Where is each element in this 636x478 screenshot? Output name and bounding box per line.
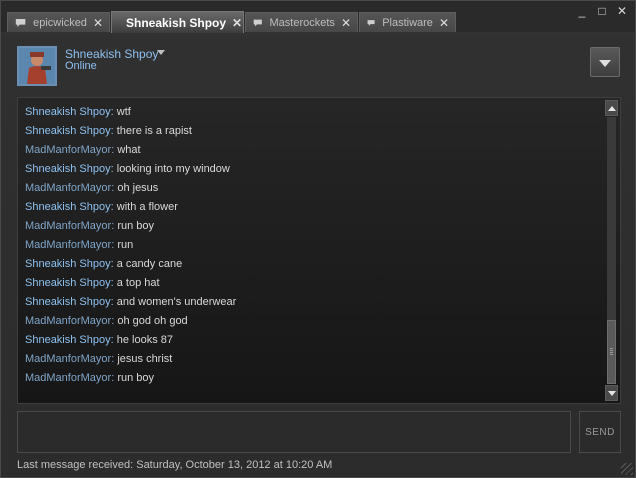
chat-window: epicwicked ✕ Shneakish Shpoy ✕ Masterock… xyxy=(0,0,636,478)
message-text: a candy cane xyxy=(116,258,183,270)
message-text: and women's underwear xyxy=(116,296,237,308)
message-sender[interactable]: Shneakish Shpoy xyxy=(25,201,111,213)
chat-message: MadManforMayor: what xyxy=(25,140,236,159)
tab-strip: epicwicked ✕ Shneakish Shpoy ✕ Masterock… xyxy=(1,1,635,33)
message-text: there is a rapist xyxy=(116,125,192,137)
message-sender[interactable]: Shneakish Shpoy xyxy=(25,277,111,289)
message-text: wtf xyxy=(116,106,131,118)
friend-status: Online xyxy=(65,60,97,72)
close-icon[interactable]: ✕ xyxy=(439,16,449,30)
chat-message: Shneakish Shpoy: wtf xyxy=(25,102,236,121)
tab-plastiware[interactable]: Plastiware ✕ xyxy=(359,12,456,32)
message-text: a top hat xyxy=(116,277,160,289)
grip-icon xyxy=(610,348,613,356)
chat-bubble-icon xyxy=(253,19,262,26)
close-window-icon[interactable]: ✕ xyxy=(615,5,629,19)
message-text: with a flower xyxy=(116,201,178,213)
chat-message: Shneakish Shpoy: he looks 87 xyxy=(25,330,236,349)
maximize-icon[interactable]: □ xyxy=(595,5,609,19)
chat-message: MadManforMayor: jesus christ xyxy=(25,349,236,368)
minimize-icon[interactable]: _ xyxy=(575,5,589,19)
close-icon[interactable]: ✕ xyxy=(341,16,351,30)
chat-message: MadManforMayor: run boy xyxy=(25,216,236,235)
message-sender[interactable]: MadManforMayor xyxy=(25,182,111,194)
dropdown-arrow-icon xyxy=(599,60,611,67)
message-text: what xyxy=(117,144,141,156)
message-text: run boy xyxy=(117,372,155,384)
message-sender[interactable]: MadManforMayor xyxy=(25,220,111,232)
scroll-down-button[interactable] xyxy=(605,385,618,401)
message-sender[interactable]: Shneakish Shpoy xyxy=(25,125,111,137)
scroll-track[interactable] xyxy=(607,117,616,384)
scroll-thumb[interactable] xyxy=(607,320,616,384)
message-text: run boy xyxy=(117,220,155,232)
tab-label: epicwicked xyxy=(33,16,87,29)
message-text: run xyxy=(117,239,134,251)
tab-label: Plastiware xyxy=(382,16,433,29)
chat-message: MadManforMayor: run boy xyxy=(25,368,236,387)
message-text: oh jesus xyxy=(117,182,159,194)
chat-message: Shneakish Shpoy: a candy cane xyxy=(25,254,236,273)
chat-message: MadManforMayor: run xyxy=(25,235,236,254)
avatar-image xyxy=(19,48,55,84)
chat-message: Shneakish Shpoy: a top hat xyxy=(25,273,236,292)
resize-grip-icon[interactable] xyxy=(621,463,633,475)
close-icon[interactable]: ✕ xyxy=(93,16,103,30)
avatar[interactable] xyxy=(17,46,57,86)
message-text: jesus christ xyxy=(117,353,173,365)
chat-message: MadManforMayor: oh god oh god xyxy=(25,311,236,330)
close-icon[interactable]: ✕ xyxy=(232,16,242,30)
message-sender[interactable]: MadManforMayor xyxy=(25,353,111,365)
message-text: oh god oh god xyxy=(117,315,188,327)
message-sender[interactable]: MadManforMayor xyxy=(25,144,111,156)
tab-masterockets[interactable]: Masterockets ✕ xyxy=(245,12,358,32)
last-message-received: Last message received: Saturday, October… xyxy=(17,459,333,471)
chat-message: MadManforMayor: oh jesus xyxy=(25,178,236,197)
chat-message: Shneakish Shpoy: and women's underwear xyxy=(25,292,236,311)
chat-log: Shneakish Shpoy: wtf Shneakish Shpoy: the… xyxy=(17,97,621,404)
tab-shneakish-shpoy[interactable]: Shneakish Shpoy ✕ xyxy=(111,11,244,33)
window-controls: _ □ ✕ xyxy=(575,5,629,19)
message-text: he looks 87 xyxy=(116,334,174,346)
message-sender[interactable]: Shneakish Shpoy xyxy=(25,334,111,346)
chat-bubble-icon xyxy=(15,18,26,27)
chevron-down-icon[interactable] xyxy=(157,50,165,55)
arrow-up-icon xyxy=(608,106,616,111)
scroll-up-button[interactable] xyxy=(605,100,618,116)
message-input[interactable] xyxy=(17,411,571,453)
tab-label: Masterockets xyxy=(269,16,335,29)
options-menu-button[interactable] xyxy=(590,47,620,77)
message-sender[interactable]: MadManforMayor xyxy=(25,239,111,251)
send-button[interactable]: SEND xyxy=(579,411,621,453)
arrow-down-icon xyxy=(608,391,616,396)
chat-message: Shneakish Shpoy: with a flower xyxy=(25,197,236,216)
message-sender[interactable]: Shneakish Shpoy xyxy=(25,258,111,270)
scrollbar[interactable] xyxy=(605,100,618,401)
chat-bubble-icon xyxy=(367,19,375,26)
message-sender[interactable]: Shneakish Shpoy xyxy=(25,163,111,175)
message-sender[interactable]: Shneakish Shpoy xyxy=(25,106,111,118)
message-sender[interactable]: MadManforMayor xyxy=(25,372,111,384)
message-text: looking into my window xyxy=(116,163,230,175)
friend-name[interactable]: Shneakish Shpoy xyxy=(65,47,158,61)
tab-epicwicked[interactable]: epicwicked ✕ xyxy=(7,12,110,32)
chat-message: Shneakish Shpoy: looking into my window xyxy=(25,159,236,178)
message-sender[interactable]: Shneakish Shpoy xyxy=(25,296,111,308)
tab-label: Shneakish Shpoy xyxy=(126,15,227,30)
message-list: Shneakish Shpoy: wtf Shneakish Shpoy: the… xyxy=(25,102,236,387)
chat-message: Shneakish Shpoy: there is a rapist xyxy=(25,121,236,140)
friend-header: Shneakish Shpoy Online xyxy=(1,32,635,94)
message-sender[interactable]: MadManforMayor xyxy=(25,315,111,327)
